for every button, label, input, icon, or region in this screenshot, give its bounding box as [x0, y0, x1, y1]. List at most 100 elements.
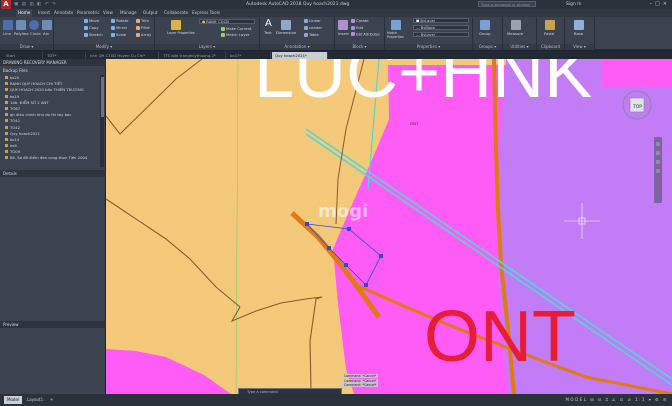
base-button[interactable]: Base — [574, 31, 583, 36]
paste-icon[interactable] — [545, 20, 555, 30]
tab-view[interactable]: View — [103, 9, 113, 17]
make-current-button[interactable]: Make Current — [221, 26, 251, 31]
create-block-button[interactable]: Create — [351, 18, 369, 23]
dimension-button[interactable]: Dimension — [276, 30, 296, 35]
grip-5[interactable] — [379, 254, 383, 258]
file-list-scrollbar[interactable] — [100, 75, 104, 167]
leader-button[interactable]: Leader — [304, 25, 322, 30]
layout-tab-layout1[interactable]: Layout1 — [24, 396, 46, 404]
arc-button[interactable]: Arc — [43, 31, 49, 36]
match-properties-icon[interactable] — [391, 20, 401, 30]
navigation-bar[interactable] — [654, 137, 662, 203]
tab-output[interactable]: Output — [143, 9, 158, 17]
mirror-button[interactable]: Mirror — [111, 25, 127, 30]
measure-button[interactable]: Measure — [507, 31, 523, 36]
linetype-dropdown[interactable]: — ByBlock — [413, 25, 469, 30]
dimension-icon[interactable] — [281, 20, 291, 30]
text-button[interactable]: Text — [264, 30, 272, 35]
grip-4[interactable] — [364, 283, 368, 287]
layer-dropdown[interactable]: ● RANH_CGCN — [199, 19, 255, 24]
layout-tab-model[interactable]: Model — [4, 396, 23, 404]
annotation-group-title[interactable]: Annotation ▾ — [260, 44, 334, 50]
match-layer-button[interactable]: Match Layer — [221, 32, 249, 37]
edit-attributes-button[interactable]: Edit Attributes — [351, 32, 380, 38]
utilities-group-title[interactable]: Utilities ▾ — [503, 44, 536, 50]
edit-block-button[interactable]: Edit — [351, 25, 363, 30]
clipboard-group-title[interactable]: Clipboard — [537, 44, 564, 50]
insert-button[interactable]: Insert — [338, 31, 349, 36]
doc-tab-cu-chi[interactable]: tinh QH CTXD Huyen Cu Chi* — [87, 52, 159, 59]
doc-tab-quy-hoach-2021[interactable]: Quy hoach2021* — [272, 52, 328, 59]
window-controls[interactable]: –□× — [650, 0, 670, 9]
layer-properties-button[interactable]: Layer Properties — [167, 31, 195, 36]
status-toggles[interactable]: MODEL ⊞ ⊟ ⌗ ∠ ⊡ ⊘ 1:1 ▾ ⚙ ☰ — [565, 394, 668, 406]
tab-annotate[interactable]: Annotate — [54, 9, 73, 17]
pan-icon[interactable] — [656, 142, 660, 146]
polyline-button[interactable]: Polyline — [14, 31, 29, 36]
arc-icon[interactable] — [42, 20, 52, 30]
color-dropdown[interactable]: ■ ByLayer — [413, 18, 469, 23]
tab-home[interactable]: Home — [16, 9, 33, 17]
tab-parametric[interactable]: Parametric — [77, 9, 100, 17]
copy-button[interactable]: Copy — [84, 25, 99, 30]
grip-2[interactable] — [327, 246, 331, 250]
close-icon[interactable]: × — [663, 1, 670, 7]
tab-collaborate[interactable]: Collaborate — [164, 9, 188, 17]
maximize-icon[interactable]: □ — [655, 1, 663, 7]
scale-button[interactable]: Scale — [111, 32, 126, 37]
view-group-title[interactable]: View ▾ — [565, 44, 594, 50]
layers-group-title[interactable]: Layers ▾ — [155, 44, 259, 50]
array-button[interactable]: Array — [136, 32, 151, 37]
linear-button[interactable]: Linear — [304, 18, 321, 23]
circle-icon[interactable] — [29, 20, 39, 30]
circle-button[interactable]: Circle — [30, 31, 41, 36]
quick-access-toolbar[interactable]: ▣ ▤ ▥ ◧ ↶ ↷ — [14, 0, 57, 9]
grip-6[interactable] — [347, 227, 351, 231]
backup-file-item[interactable]: 86. Sơ đồ điểm đen cong thon Tiền 2004 — [0, 155, 100, 161]
tab-insert[interactable]: Insert — [38, 9, 50, 17]
base-view-icon[interactable] — [574, 20, 584, 30]
doc-tab-bc07[interactable]: bc07* — [227, 52, 271, 59]
zoom-icon[interactable] — [656, 151, 660, 155]
stretch-button[interactable]: Stretch — [84, 32, 103, 37]
scrollbar-thumb[interactable] — [100, 77, 104, 117]
drawing-svg[interactable]: LUC+HNK ONT ONT mogi TOP — [106, 59, 672, 394]
trim-button[interactable]: Trim — [136, 18, 149, 23]
measure-icon[interactable] — [511, 20, 521, 30]
doc-tab-start[interactable]: Start — [3, 52, 43, 59]
modify-group-title[interactable]: Modify ▾ — [54, 44, 154, 50]
drawing-canvas[interactable]: LUC+HNK ONT ONT mogi TOP — [106, 59, 672, 394]
lineweight-dropdown[interactable]: — ByLayer — [413, 32, 469, 37]
match-properties-button[interactable]: Match Properties — [387, 31, 409, 39]
table-button[interactable]: Table — [304, 32, 319, 37]
grip-3[interactable] — [344, 263, 348, 267]
paste-button[interactable]: Paste — [544, 31, 554, 36]
text-icon[interactable]: A — [265, 18, 272, 30]
app-logo[interactable]: A — [1, 0, 11, 9]
insert-block-icon[interactable] — [338, 20, 348, 30]
tab-manage[interactable]: Manage — [120, 9, 137, 17]
showmotion-icon[interactable] — [656, 169, 660, 173]
grip-1[interactable] — [305, 222, 309, 226]
polyline-icon[interactable] — [16, 20, 26, 30]
doc-tab-tdt[interactable]: TDT* — [44, 52, 86, 59]
fillet-button[interactable]: Fillet — [136, 25, 150, 30]
group-button[interactable]: Group — [479, 31, 491, 36]
doc-tab-tts[interactable]: TTS add tranghuythuong.2* — [160, 52, 226, 59]
tab-express-tools[interactable]: Express Tools — [192, 9, 220, 17]
sign-in-button[interactable]: Sign In — [566, 0, 581, 9]
block-group-title[interactable]: Block ▾ — [335, 44, 384, 50]
search-input[interactable]: Type a keyword or phrase — [478, 1, 536, 7]
preview-header[interactable]: Preview — [0, 321, 106, 328]
layer-properties-icon[interactable] — [171, 20, 181, 30]
move-button[interactable]: Move — [84, 18, 99, 23]
draw-group-title[interactable]: Draw ▾ — [0, 44, 53, 50]
groups-group-title[interactable]: Groups ▾ — [473, 44, 502, 50]
group-icon[interactable] — [480, 20, 490, 30]
line-button[interactable]: Line — [3, 31, 11, 36]
add-layout-button[interactable]: + — [47, 396, 56, 404]
properties-group-title[interactable]: Properties ▾ — [385, 44, 472, 50]
details-header[interactable]: Details — [0, 170, 106, 177]
rotate-button[interactable]: Rotate — [111, 18, 128, 23]
line-icon[interactable] — [3, 20, 13, 30]
